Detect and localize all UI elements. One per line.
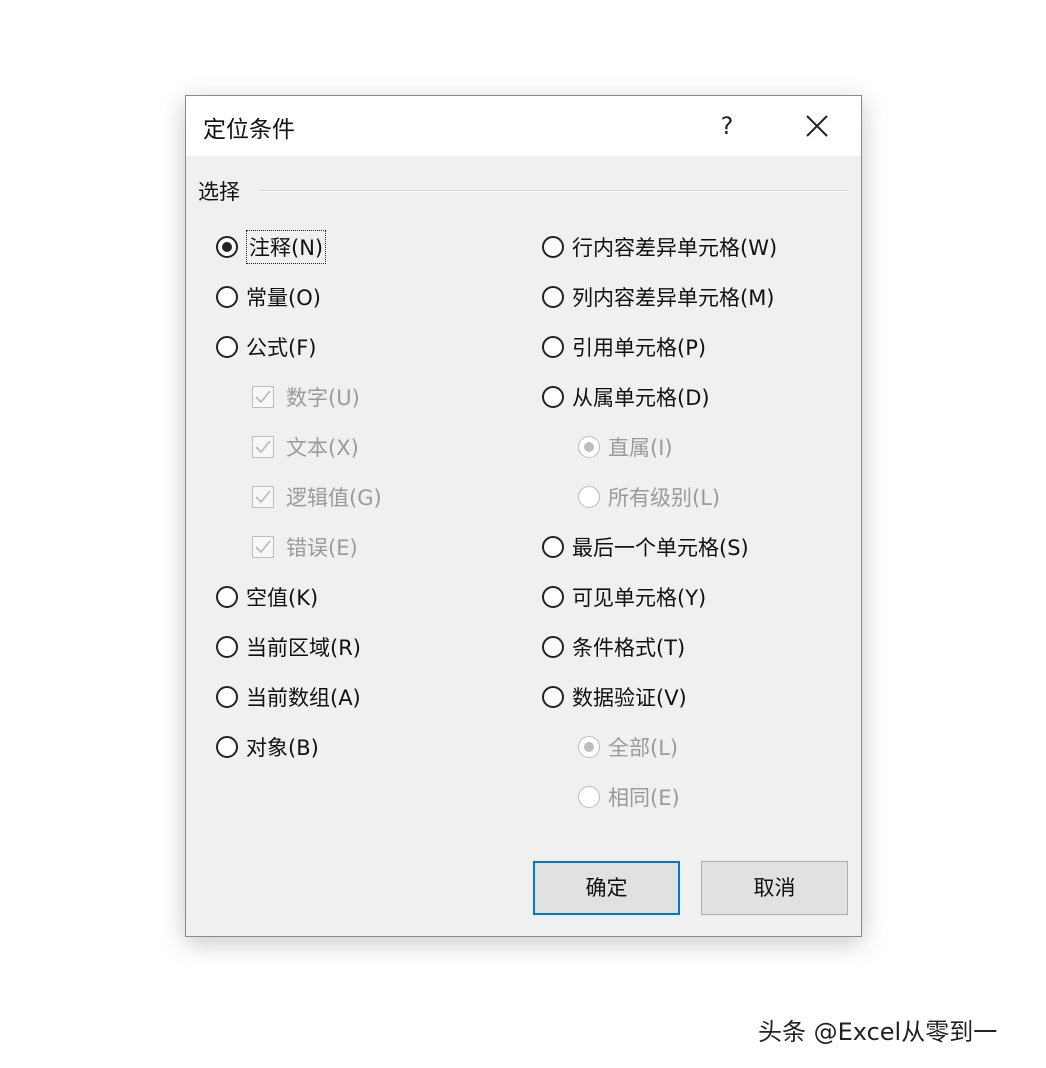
go-to-special-dialog: 定位条件 ? 选择 注释(N) 常量(O) 公式(F) 数字(U) 文本(X) … [185,95,862,937]
option-label: 条件格式(T) [572,636,686,660]
dialog-title: 定位条件 [203,117,295,143]
group-label: 选择 [198,180,240,204]
option-blanks[interactable]: 空值(K) [216,580,318,614]
option-label: 最后一个单元格(S) [572,536,749,560]
option-label: 对象(B) [246,736,319,760]
option-label: 可见单元格(Y) [572,586,707,610]
option-label: 文本(X) [286,436,359,460]
checkbox[interactable] [252,386,274,408]
option-column-differences[interactable]: 列内容差异单元格(M) [542,280,775,314]
radio-button[interactable] [216,736,238,758]
option-direct-only[interactable]: 直属(I) [578,430,673,464]
option-label: 逻辑值(G) [286,486,382,510]
radio-button[interactable] [578,486,600,508]
checkbox[interactable] [252,486,274,508]
radio-button[interactable] [542,336,564,358]
option-conditional-formats[interactable]: 条件格式(T) [542,630,685,664]
radio-button[interactable] [542,286,564,308]
radio-button[interactable] [578,786,600,808]
radio-button[interactable] [216,336,238,358]
option-label: 从属单元格(D) [572,386,710,410]
radio-button[interactable] [542,686,564,708]
option-label: 公式(F) [246,336,317,360]
radio-button[interactable] [542,536,564,558]
option-last-cell[interactable]: 最后一个单元格(S) [542,530,749,564]
radio-button[interactable] [216,686,238,708]
check-icon [255,440,271,454]
option-label: 数字(U) [286,386,360,410]
group-divider [260,190,848,192]
radio-button[interactable] [542,386,564,408]
option-dependents[interactable]: 从属单元格(D) [542,380,710,414]
check-icon [255,540,271,554]
close-icon [806,115,828,137]
option-validation-all[interactable]: 全部(L) [578,730,678,764]
option-label: 直属(I) [608,436,673,460]
option-visible-cells[interactable]: 可见单元格(Y) [542,580,706,614]
close-button[interactable] [791,104,843,148]
option-label: 行内容差异单元格(W) [572,236,778,260]
option-label: 注释(N) [246,230,327,264]
radio-button[interactable] [216,286,238,308]
title-bar: 定位条件 ? [186,96,861,156]
option-label: 引用单元格(P) [572,336,707,360]
option-label: 数据验证(V) [572,686,687,710]
checkbox-text[interactable]: 文本(X) [252,430,359,464]
option-current-array[interactable]: 当前数组(A) [216,680,361,714]
option-label: 相同(E) [608,786,680,810]
option-label: 当前区域(R) [246,636,361,660]
option-validation-same[interactable]: 相同(E) [578,780,680,814]
option-constants[interactable]: 常量(O) [216,280,321,314]
option-label: 错误(E) [286,536,358,560]
option-label: 空值(K) [246,586,319,610]
radio-button[interactable] [578,436,600,458]
checkbox-errors[interactable]: 错误(E) [252,530,358,564]
option-label: 当前数组(A) [246,686,361,710]
checkbox-logicals[interactable]: 逻辑值(G) [252,480,382,514]
option-data-validation[interactable]: 数据验证(V) [542,680,687,714]
check-icon [255,490,271,504]
option-label: 常量(O) [246,286,321,310]
ok-button[interactable]: 确定 [533,861,680,915]
radio-button[interactable] [542,236,564,258]
radio-button[interactable] [216,236,238,258]
option-current-region[interactable]: 当前区域(R) [216,630,361,664]
cancel-button[interactable]: 取消 [701,861,848,915]
radio-button[interactable] [578,736,600,758]
option-label: 全部(L) [608,736,679,760]
checkbox[interactable] [252,536,274,558]
option-formulas[interactable]: 公式(F) [216,330,316,364]
radio-button[interactable] [216,636,238,658]
option-row-differences[interactable]: 行内容差异单元格(W) [542,230,777,264]
option-precedents[interactable]: 引用单元格(P) [542,330,706,364]
help-button[interactable]: ? [705,104,749,148]
option-label: 所有级别(L) [608,486,721,510]
check-icon [255,390,271,404]
radio-button[interactable] [542,636,564,658]
checkbox-numbers[interactable]: 数字(U) [252,380,360,414]
checkbox[interactable] [252,436,274,458]
radio-button[interactable] [216,586,238,608]
option-objects[interactable]: 对象(B) [216,730,319,764]
option-comments[interactable]: 注释(N) [216,230,327,264]
watermark: 头条 @Excel从零到一 [758,1018,998,1046]
radio-button[interactable] [542,586,564,608]
option-all-levels[interactable]: 所有级别(L) [578,480,720,514]
option-label: 列内容差异单元格(M) [572,286,775,310]
